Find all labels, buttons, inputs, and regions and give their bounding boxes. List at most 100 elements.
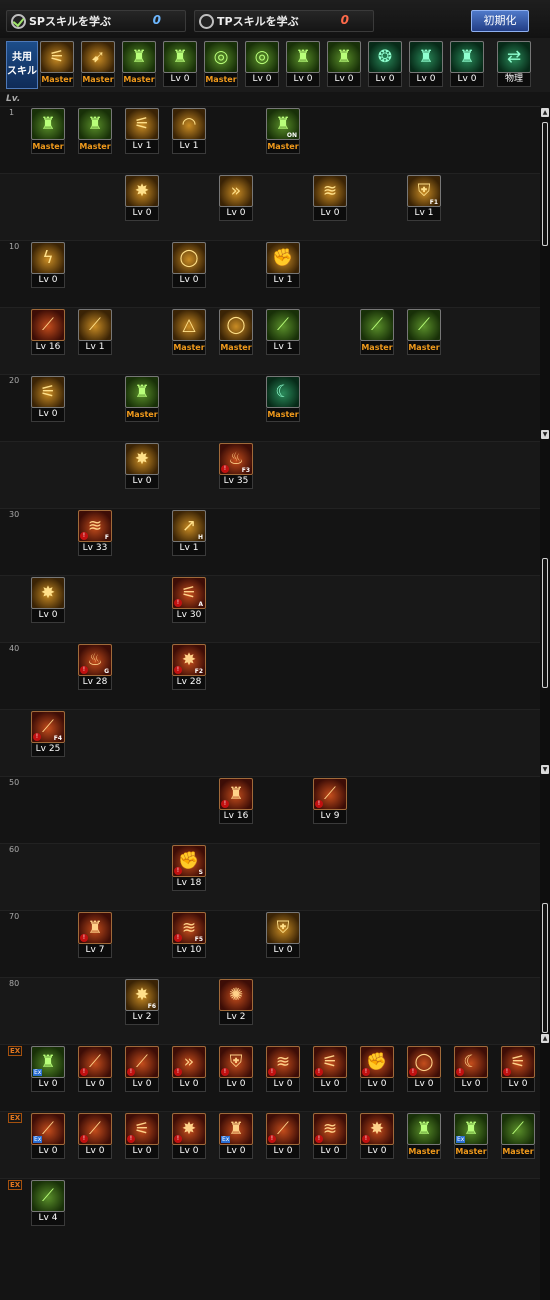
claw-icon[interactable]: ⚟! [501, 1046, 535, 1078]
fist-icon[interactable]: ✊ [266, 242, 300, 274]
ring-icon[interactable]: ◯ [219, 309, 253, 341]
slash-icon[interactable]: ⟋! [125, 1046, 159, 1078]
figure-icon[interactable]: ♜ Ex [219, 1113, 253, 1145]
figure-icon[interactable]: ♜ ON [266, 108, 300, 140]
slash-icon[interactable]: ⟋! [78, 1113, 112, 1145]
burst-icon[interactable]: ✸ [31, 577, 65, 609]
skill-slot[interactable]: ⛨! Lv 0 [219, 1046, 253, 1092]
figure-icon[interactable]: ♜ Ex [454, 1113, 488, 1145]
skill-slot[interactable]: ϟ Lv 0 [31, 242, 65, 288]
skill-slot[interactable]: ⛨ Lv 0 [266, 912, 300, 958]
skill-slot[interactable]: ♜ Ex Lv 0 [31, 1046, 65, 1092]
fist-icon[interactable]: ✊ S! [172, 845, 206, 877]
slash-icon[interactable]: ⟋! [78, 1046, 112, 1078]
skill-slot[interactable]: ⟋! Lv 0 [78, 1113, 112, 1159]
skill-slot[interactable]: ♜ ON Master [266, 108, 300, 154]
skill-slot[interactable]: ⟋! Lv 9 [313, 778, 347, 824]
shield-icon[interactable]: ⛨! [219, 1046, 253, 1078]
skill-slot[interactable]: ◯! Lv 0 [407, 1046, 441, 1092]
figure-icon[interactable]: ♜! [78, 912, 112, 944]
skill-slot[interactable]: ♜ Master [407, 1113, 441, 1159]
moon-icon[interactable]: ☾! [454, 1046, 488, 1078]
skill-slot[interactable]: ⟋! Lv 0 [78, 1046, 112, 1092]
skill-slot[interactable]: ≋! Lv 0 [266, 1046, 300, 1092]
figure-icon[interactable]: ♜ [78, 108, 112, 140]
skill-slot[interactable]: ✸ F2! Lv 28 [172, 644, 206, 690]
target-icon[interactable]: ◎ [245, 41, 279, 73]
skill-slot[interactable]: ♜! Lv 7 [78, 912, 112, 958]
slash-icon[interactable]: ⟋ [78, 309, 112, 341]
figure-icon[interactable]: ♜ [122, 41, 156, 73]
skill-slot[interactable]: ⟋! Lv 0 [125, 1046, 159, 1092]
skill-slot[interactable]: ≋ Lv 0 [313, 175, 347, 221]
claw-icon[interactable]: ⚟ A! [172, 577, 206, 609]
wave-icon[interactable]: ≋ [313, 175, 347, 207]
fist-icon[interactable]: ✊! [360, 1046, 394, 1078]
burst-icon[interactable]: ✸ F6 [125, 979, 159, 1011]
slash-icon[interactable]: ⟋! [266, 1113, 300, 1145]
skill-slot[interactable]: ♜ Ex Lv 0 [219, 1113, 253, 1159]
arc-icon[interactable]: ◠ [172, 108, 206, 140]
scroll-up-arrow-icon[interactable]: ▲ [541, 108, 549, 117]
tp-radio-icon[interactable] [199, 13, 214, 29]
skill-slot[interactable]: ♜ Ex Master [454, 1113, 488, 1159]
skill-slot[interactable]: » Lv 0 [219, 175, 253, 221]
skill-slot[interactable]: ♜ Lv 0 [327, 41, 361, 87]
spiral-icon[interactable]: ❂ [368, 41, 402, 73]
skill-slot[interactable]: ☾! Lv 0 [454, 1046, 488, 1092]
slash-icon[interactable]: ⟋ Ex [31, 1113, 65, 1145]
skill-slot[interactable]: ✺ Lv 2 [219, 979, 253, 1025]
skill-slot[interactable]: ⚟ Lv 1 [125, 108, 159, 154]
slash-icon[interactable]: ⟋ [407, 309, 441, 341]
swap-icon[interactable]: ⇄ [497, 41, 531, 73]
figure-icon[interactable]: ♜! [219, 778, 253, 810]
skill-slot[interactable]: ✸ F6 Lv 2 [125, 979, 159, 1025]
skill-slot[interactable]: ↗ H Lv 1 [172, 510, 206, 556]
figure-icon[interactable]: ♜ [163, 41, 197, 73]
scroll-up-arrow-icon-2[interactable]: ▲ [541, 1034, 549, 1043]
skill-slot[interactable]: ◎ Master [204, 41, 238, 87]
scrollbar[interactable]: ▲ ▼ ▼ ▲ [540, 108, 550, 1300]
skill-slot[interactable]: ≋! Lv 0 [313, 1113, 347, 1159]
skill-slot[interactable]: ◯ Lv 0 [172, 242, 206, 288]
flame-icon[interactable]: ♨ F3! [219, 443, 253, 475]
skill-slot[interactable]: ◯ Master [219, 309, 253, 355]
scroll-thumb[interactable] [542, 122, 548, 246]
skill-slot[interactable]: ⚟ Lv 0 [31, 376, 65, 422]
skill-slot[interactable]: ♜! Lv 16 [219, 778, 253, 824]
skill-slot[interactable]: ✸! Lv 0 [172, 1113, 206, 1159]
arrows-icon[interactable]: » [219, 175, 253, 207]
scroll-thumb-2[interactable] [542, 558, 548, 688]
skill-slot[interactable]: ✊ Lv 1 [266, 242, 300, 288]
skill-slot[interactable]: ⚟! Lv 0 [125, 1113, 159, 1159]
learn-sp-skills-toggle[interactable]: SPスキルを学ぶ 0 [6, 10, 186, 32]
wave-icon[interactable]: ≋! [313, 1113, 347, 1145]
figure-icon[interactable]: ♜ [450, 41, 484, 73]
skill-slot[interactable]: ⚟! Lv 0 [313, 1046, 347, 1092]
skill-slot[interactable]: ⟋ Ex Lv 0 [31, 1113, 65, 1159]
shield-icon[interactable]: ⛨ [266, 912, 300, 944]
skill-slot[interactable]: ✸! Lv 0 [360, 1113, 394, 1159]
skill-slot[interactable]: ⟋ Master [407, 309, 441, 355]
leap-icon[interactable]: ↗ H [172, 510, 206, 542]
burst-icon[interactable]: ✸ [125, 175, 159, 207]
figure-icon[interactable]: ♜ [407, 1113, 441, 1145]
skill-slot[interactable]: ⚟! Lv 0 [501, 1046, 535, 1092]
burst-icon[interactable]: ✸ F2! [172, 644, 206, 676]
claw-icon[interactable]: ⚟! [125, 1113, 159, 1145]
claw-icon[interactable]: ⚟! [313, 1046, 347, 1078]
skill-slot[interactable]: ♨ F3! Lv 35 [219, 443, 253, 489]
skill-slot[interactable]: ♜ Master [125, 376, 159, 422]
shield-icon[interactable]: ⛨ F1 [407, 175, 441, 207]
learn-tp-skills-toggle[interactable]: TPスキルを学ぶ 0 [194, 10, 374, 32]
skill-slot[interactable]: ⚟ A! Lv 30 [172, 577, 206, 623]
slash-icon[interactable]: ⟋ [31, 309, 65, 341]
slash-icon[interactable]: ⟋ F4! [31, 711, 65, 743]
slash-icon[interactable]: ⟋! [313, 778, 347, 810]
wave-icon[interactable]: ≋! [266, 1046, 300, 1078]
arrows-icon[interactable]: »! [172, 1046, 206, 1078]
skill-slot[interactable]: ⟋! Lv 0 [266, 1113, 300, 1159]
flame-icon[interactable]: ♨ G! [78, 644, 112, 676]
skill-slot[interactable]: ♜ Lv 0 [450, 41, 484, 87]
scroll-down-arrow-icon-2[interactable]: ▼ [541, 765, 549, 774]
